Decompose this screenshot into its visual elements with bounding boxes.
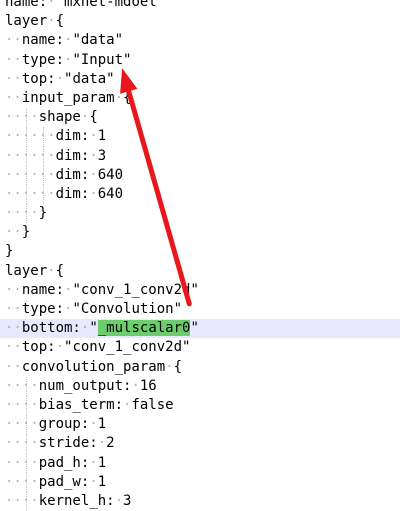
code-line[interactable]: ······ dim:·3: [0, 146, 400, 166]
indent-guide: [25, 127, 27, 147]
code-text: convolution_param·{: [21, 358, 183, 375]
whitespace-marker: ··: [5, 339, 22, 356]
whitespace-marker: ··: [5, 51, 22, 68]
code-line[interactable]: ··name:·"data": [0, 31, 400, 50]
whitespace-marker: ··: [5, 358, 22, 375]
code-editor[interactable]: name:·"mxnet-mdoel" layer·{··name:·"data"…: [0, 0, 400, 511]
whitespace-marker: ····: [5, 205, 39, 222]
code-line[interactable]: ··convolution_param·{: [0, 358, 400, 377]
whitespace-marker: ··: [5, 281, 22, 298]
code-line[interactable]: ··bottom:·"_mulscalar0": [0, 319, 400, 339]
selected-text[interactable]: _mulscalar0: [97, 320, 191, 337]
code-line[interactable]: ···· pad_w:·1: [0, 472, 400, 492]
code-text: dim:·640: [55, 166, 124, 183]
code-text: }: [5, 243, 14, 260]
code-line[interactable]: ··type:·"Convolution": [0, 300, 400, 319]
code-text: input_param·{: [21, 89, 132, 106]
code-text: }: [38, 205, 48, 222]
code-line[interactable]: ··top:·"conv_1_conv2d": [0, 338, 400, 357]
code-text: group:·1: [38, 416, 107, 433]
indent-guide: [42, 146, 44, 166]
code-text: top:·"data": [21, 70, 115, 87]
whitespace-marker: ····: [5, 109, 39, 126]
code-text: kernel_h:·3: [38, 492, 132, 509]
code-line[interactable]: ···· bias_term:·false: [0, 395, 400, 416]
code-text: layer·{: [5, 13, 65, 30]
indent-guide: [42, 127, 44, 147]
code-line[interactable]: ······ dim:·640: [0, 165, 400, 185]
code-text: bias_term:·false: [38, 396, 174, 413]
code-line[interactable]: ···· pad_h:·1: [0, 453, 400, 473]
code-text: pad_h:·1: [38, 454, 107, 471]
indent-guide: [42, 184, 44, 205]
indent-guide: [25, 415, 27, 435]
whitespace-marker: ··: [5, 320, 22, 337]
whitespace-marker: ····: [5, 377, 39, 394]
whitespace-marker: ··: [5, 70, 22, 87]
code-text: dim:·1: [55, 128, 107, 145]
whitespace-marker: ······: [5, 166, 56, 183]
code-line[interactable]: ··top:·"data": [0, 70, 400, 89]
whitespace-marker: ······: [5, 147, 56, 164]
code-line[interactable]: ··name:·"conv_1_conv2d": [0, 281, 400, 300]
indent-guide: [25, 204, 27, 224]
indent-guide: [25, 165, 27, 185]
indent-guide: [42, 165, 44, 185]
code-text: type:·"Input": [21, 51, 132, 68]
code-text: ": [190, 320, 199, 337]
whitespace-marker: ··: [5, 224, 22, 241]
whitespace-marker: ····: [5, 492, 39, 509]
code-text: }: [21, 224, 31, 241]
code-text: num_output:·16: [38, 377, 157, 394]
indent-guide: [25, 395, 27, 416]
code-text: layer·{: [5, 262, 65, 279]
indent-guide: [25, 472, 27, 492]
code-line[interactable]: ···· kernel_h:·3: [0, 491, 400, 511]
code-line[interactable]: ··}: [0, 223, 400, 242]
indent-guide: [25, 108, 27, 128]
whitespace-marker: ··: [5, 301, 22, 317]
code-line[interactable]: ······ dim:·1: [0, 127, 400, 147]
code-line[interactable]: ······ dim:·640: [0, 184, 400, 205]
code-line[interactable]: ··input_param·{: [0, 89, 400, 108]
indent-guide: [25, 376, 27, 396]
code-line[interactable]: name:·"mxnet-mdoel": [0, 0, 400, 12]
code-line[interactable]: ···· stride:·2: [0, 434, 400, 454]
code-text: pad_w:·1: [38, 473, 107, 490]
code-line[interactable]: layer·{: [0, 12, 400, 31]
code-text: shape·{: [38, 109, 98, 126]
code-text: top:·"conv_1_conv2d": [21, 339, 191, 356]
code-line[interactable]: ····}: [0, 204, 400, 224]
code-line[interactable]: layer·{: [0, 262, 400, 281]
whitespace-marker: ····: [5, 454, 39, 471]
whitespace-marker: ····: [5, 473, 39, 490]
whitespace-marker: ····: [5, 435, 39, 452]
code-line[interactable]: ···· shape·{: [0, 108, 400, 128]
code-text: name:·"mxnet-mdoel": [5, 0, 166, 10]
code-text: type:·"Convolution": [21, 301, 183, 317]
indent-guide: [25, 434, 27, 454]
code-text: bottom:·": [21, 320, 98, 337]
code-text: name:·"data": [21, 32, 124, 49]
code-text: dim:·3: [55, 147, 107, 164]
indent-guide: [25, 184, 27, 205]
whitespace-marker: ··: [5, 89, 22, 106]
whitespace-marker: ······: [5, 128, 56, 145]
code-text: dim:·640: [55, 185, 124, 202]
code-line[interactable]: }: [0, 242, 400, 261]
whitespace-marker: ······: [5, 185, 56, 202]
indent-guide: [25, 146, 27, 166]
whitespace-marker: ····: [5, 416, 39, 433]
code-text: stride:·2: [38, 435, 115, 452]
code-line[interactable]: ···· num_output:·16: [0, 376, 400, 396]
whitespace-marker: ··: [5, 32, 22, 49]
code-line[interactable]: ···· group:·1: [0, 415, 400, 435]
indent-guide: [25, 453, 27, 473]
indent-guide: [25, 491, 27, 511]
code-line[interactable]: ··type:·"Input": [0, 51, 400, 70]
whitespace-marker: ····: [5, 396, 39, 413]
code-text: name:·"conv_1_conv2d": [21, 281, 199, 298]
